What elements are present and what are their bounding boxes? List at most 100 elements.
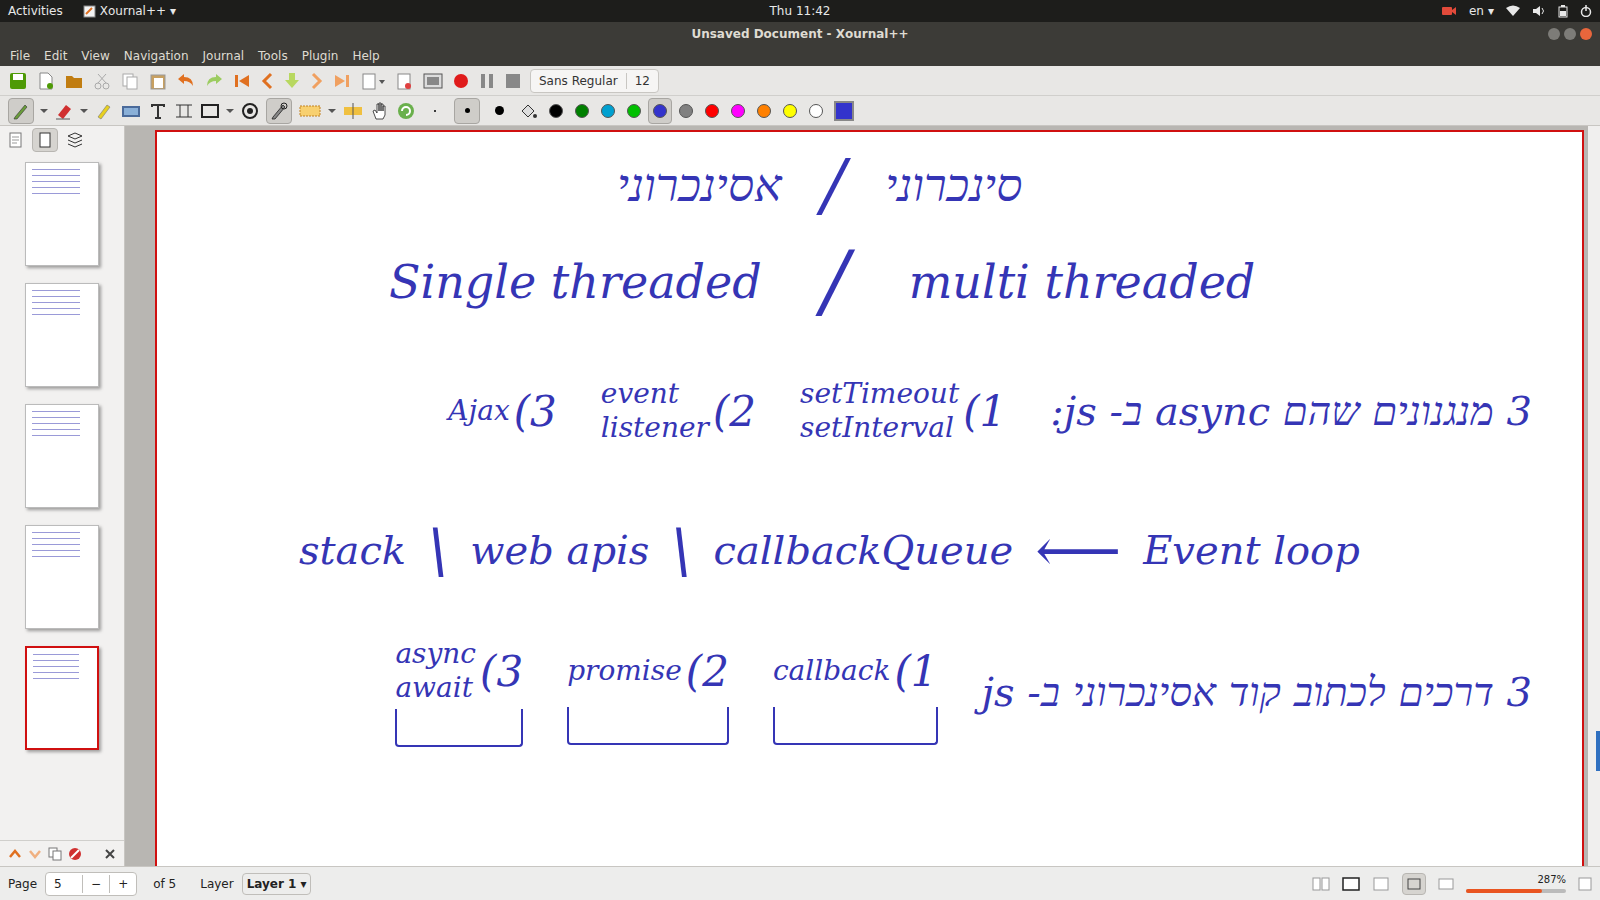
- layer-select[interactable]: Layer 1▾: [242, 873, 312, 895]
- first-page-icon[interactable]: [232, 71, 252, 91]
- open-icon[interactable]: [64, 71, 84, 91]
- battery-icon[interactable]: [1558, 5, 1568, 18]
- color-button[interactable]: [700, 98, 724, 124]
- rectangle-icon[interactable]: [200, 101, 220, 121]
- pause-icon[interactable]: [478, 71, 496, 91]
- insert-page-icon[interactable]: [360, 71, 386, 91]
- menu-item[interactable]: Navigation: [118, 47, 195, 65]
- menu-item[interactable]: Tools: [252, 47, 294, 65]
- menu-item[interactable]: Plugin: [296, 47, 345, 65]
- delete-page-icon[interactable]: [68, 847, 82, 861]
- record-audio-icon[interactable]: [452, 71, 470, 91]
- move-page-down-icon[interactable]: [28, 847, 42, 861]
- dropdown-icon[interactable]: [40, 107, 48, 115]
- next-page-icon[interactable]: [310, 71, 324, 91]
- previous-page-icon[interactable]: [260, 71, 274, 91]
- zoom-100-icon[interactable]: [1578, 877, 1592, 891]
- zoom-fit-button[interactable]: [1402, 873, 1426, 895]
- layers-icon[interactable]: [66, 131, 84, 149]
- dropdown-icon[interactable]: [226, 107, 234, 115]
- new-document-icon[interactable]: [36, 71, 56, 91]
- presentation-icon[interactable]: [1372, 876, 1390, 892]
- fill-icon[interactable]: [518, 101, 538, 121]
- delete-page-icon[interactable]: [394, 71, 414, 91]
- copy-icon[interactable]: [120, 71, 140, 91]
- menu-item[interactable]: Help: [346, 47, 385, 65]
- color-button[interactable]: [804, 98, 828, 124]
- ruler-icon[interactable]: [240, 101, 260, 121]
- page-thumbnail[interactable]: [25, 525, 99, 629]
- app-menu[interactable]: Xournal++: [100, 2, 166, 20]
- color-button[interactable]: [570, 98, 594, 124]
- dropdown-icon[interactable]: [80, 107, 88, 115]
- menu-item[interactable]: Journal: [197, 47, 251, 65]
- fine-size-button[interactable]: [454, 98, 480, 124]
- minimize-button[interactable]: [1548, 28, 1560, 40]
- color-button[interactable]: [544, 98, 568, 124]
- dropdown-icon[interactable]: [328, 107, 336, 115]
- move-page-up-icon[interactable]: [8, 847, 22, 861]
- font-button[interactable]: Sans Regular 12: [530, 69, 659, 93]
- fullscreen-icon[interactable]: [1342, 876, 1360, 892]
- page-preview-button[interactable]: [32, 128, 58, 152]
- next-button[interactable]: +: [109, 875, 136, 893]
- page-number-field[interactable]: 5: [46, 875, 82, 893]
- stop-icon[interactable]: [504, 71, 522, 91]
- color-button[interactable]: [596, 98, 620, 124]
- redo-icon[interactable]: [204, 71, 224, 91]
- vertical-tool-icon[interactable]: [342, 101, 364, 121]
- menu-item[interactable]: View: [75, 47, 115, 65]
- layer-name[interactable]: Layer 1: [247, 875, 297, 893]
- shape-recognizer-button[interactable]: [266, 98, 292, 124]
- two-pages-icon[interactable]: [1312, 876, 1330, 892]
- scrollbar-thumb[interactable]: [1596, 731, 1600, 771]
- scrollbar[interactable]: [1588, 126, 1600, 866]
- goto-page-icon[interactable]: [282, 71, 302, 91]
- pen-button[interactable]: [8, 98, 34, 124]
- page-thumbnail[interactable]: [25, 162, 99, 266]
- previous-button[interactable]: −: [82, 875, 109, 893]
- cut-icon[interactable]: [92, 71, 112, 91]
- page-thumbnail[interactable]: [25, 283, 99, 387]
- zoom-out-icon[interactable]: [1438, 877, 1454, 891]
- volume-icon[interactable]: [1532, 5, 1546, 17]
- menu-item[interactable]: File: [4, 47, 36, 65]
- app-menu-arrow[interactable]: ▾: [170, 2, 176, 20]
- page[interactable]: סינכרוני/אסינכרוניSingle threaded/multi …: [155, 130, 1584, 866]
- paste-icon[interactable]: [148, 71, 168, 91]
- zoom-slider[interactable]: [1466, 889, 1566, 893]
- page-thumbnail[interactable]: [25, 404, 99, 508]
- current-color-swatch[interactable]: [834, 101, 854, 121]
- image-icon[interactable]: [120, 101, 142, 121]
- outline-view-icon[interactable]: [8, 131, 24, 149]
- last-page-icon[interactable]: [332, 71, 352, 91]
- font-name[interactable]: Sans Regular: [539, 72, 618, 90]
- layer-arrow[interactable]: ▾: [300, 875, 306, 893]
- clock[interactable]: Thu 11:42: [770, 2, 831, 20]
- language-arrow[interactable]: ▾: [1488, 2, 1494, 20]
- maximize-button[interactable]: [1564, 28, 1576, 40]
- refresh-icon[interactable]: [396, 101, 416, 121]
- medium-size-button[interactable]: [486, 98, 512, 124]
- text-icon[interactable]: [148, 101, 168, 121]
- color-button[interactable]: [622, 98, 646, 124]
- color-button[interactable]: [674, 98, 698, 124]
- color-button[interactable]: [726, 98, 750, 124]
- copy-page-icon[interactable]: [48, 847, 62, 861]
- activities-button[interactable]: Activities: [8, 2, 63, 20]
- wifi-icon[interactable]: [1506, 5, 1520, 17]
- hand-icon[interactable]: [370, 101, 390, 121]
- color-button[interactable]: [648, 98, 672, 124]
- language-indicator[interactable]: en: [1469, 2, 1484, 20]
- eraser-icon[interactable]: [54, 101, 74, 121]
- color-button[interactable]: [752, 98, 776, 124]
- font-size[interactable]: 12: [635, 72, 650, 90]
- save-icon[interactable]: [8, 71, 28, 91]
- select-rectangle-icon[interactable]: [298, 101, 322, 121]
- close-button[interactable]: [1580, 28, 1592, 40]
- page-thumbnail[interactable]: [25, 646, 99, 750]
- power-icon[interactable]: [1580, 5, 1592, 17]
- very-fine-size-button[interactable]: [422, 98, 448, 124]
- record-icon[interactable]: [1441, 5, 1457, 17]
- fullscreen-icon[interactable]: [422, 71, 444, 91]
